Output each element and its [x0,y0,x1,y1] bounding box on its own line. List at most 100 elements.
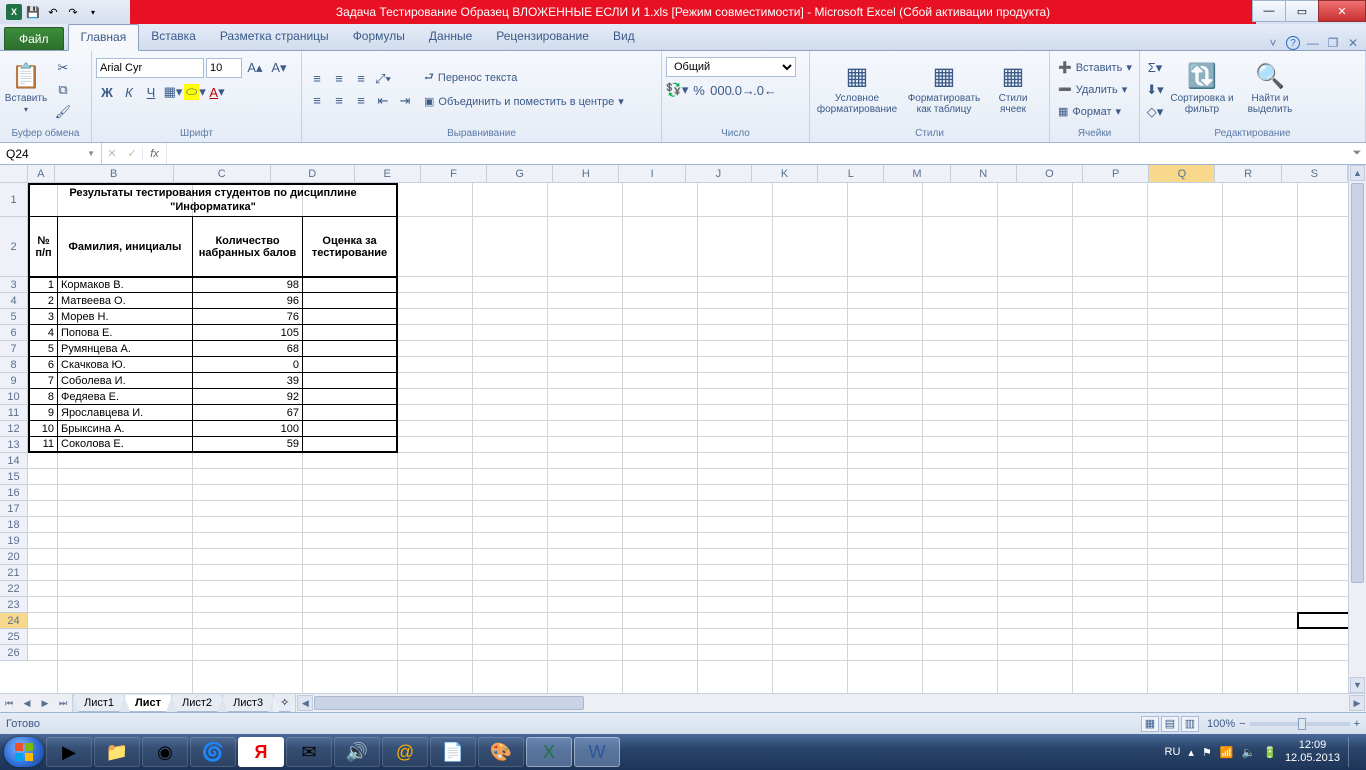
taskbar-app-mail[interactable]: ✉ [286,737,332,767]
cell[interactable] [303,389,398,405]
cell[interactable] [303,437,398,453]
workbook-minimize-icon[interactable]: — [1306,36,1320,50]
cell[interactable]: 9 [28,405,58,421]
cell[interactable] [303,405,398,421]
tray-flag-icon[interactable]: ⚑ [1202,746,1212,759]
copy-icon[interactable]: ⧉ [52,79,74,101]
row-header[interactable]: 14 [0,453,28,469]
scroll-right-icon[interactable]: ▶ [1349,695,1365,711]
column-header[interactable]: E [355,165,421,183]
close-button[interactable]: ✕ [1318,0,1366,22]
cell[interactable] [303,309,398,325]
cell-styles-button[interactable]: ▦Стили ячеек [988,57,1038,123]
row-header[interactable]: 7 [0,341,28,357]
cell[interactable]: Ярославцева И. [58,405,193,421]
cell[interactable] [303,293,398,309]
column-header[interactable]: H [553,165,619,183]
column-header[interactable]: R [1215,165,1281,183]
sort-filter-button[interactable]: 🔃Сортировка и фильтр [1170,57,1234,123]
cell[interactable]: Количество набранных балов [193,217,303,277]
format-button[interactable]: ▦Формат ▾ [1054,101,1136,123]
taskbar-app-at[interactable]: @ [382,737,428,767]
row-header[interactable]: 2 [0,217,28,277]
tab-Вставка[interactable]: Вставка [139,24,208,50]
undo-icon[interactable]: ↶ [44,3,62,21]
spreadsheet-grid[interactable]: ABCDEFGHIJKLMNOPQRS 12345678910111213141… [0,165,1366,693]
minimize-button[interactable]: — [1252,0,1286,22]
conditional-formatting-button[interactable]: ▦Условное форматирование [814,57,900,123]
align-right-icon[interactable]: ≡ [350,90,372,112]
cell[interactable]: Кормаков В. [58,277,193,293]
column-header[interactable]: M [884,165,950,183]
row-header[interactable]: 18 [0,517,28,533]
cell[interactable]: Соколова Е. [58,437,193,453]
taskbar-app-sound[interactable]: 🔊 [334,737,380,767]
align-left-icon[interactable]: ≡ [306,90,328,112]
column-header[interactable]: A [28,165,55,183]
cell[interactable]: Попова Е. [58,325,193,341]
cell[interactable]: 3 [28,309,58,325]
cell[interactable]: № п/п [28,217,58,277]
cell[interactable]: Морев Н. [58,309,193,325]
cell[interactable]: Результаты тестирования студентов по дис… [28,183,398,217]
column-header[interactable]: I [619,165,685,183]
save-icon[interactable]: 💾 [24,3,42,21]
comma-icon[interactable]: 000 [710,79,732,101]
fx-icon[interactable]: fx [143,143,167,164]
currency-icon[interactable]: 💱▾ [666,79,688,101]
cancel-formula-icon[interactable]: ✕ [102,147,122,160]
cell[interactable]: Брыксина А. [58,421,193,437]
page-break-view-icon[interactable]: ▥ [1181,716,1199,732]
column-header[interactable]: P [1083,165,1149,183]
clear-icon[interactable]: ◇▾ [1144,101,1166,123]
cell[interactable]: 5 [28,341,58,357]
row-header[interactable]: 15 [0,469,28,485]
cell[interactable]: 59 [193,437,303,453]
column-header[interactable]: S [1282,165,1348,183]
cell[interactable]: 39 [193,373,303,389]
column-header[interactable]: D [271,165,355,183]
italic-button[interactable]: К [118,81,140,103]
redo-icon[interactable]: ↷ [64,3,82,21]
row-header[interactable]: 22 [0,581,28,597]
hscroll-thumb[interactable] [314,696,584,710]
decrease-font-icon[interactable]: A▾ [268,57,290,79]
row-header[interactable]: 23 [0,597,28,613]
row-header[interactable]: 20 [0,549,28,565]
sheet-nav-next-icon[interactable]: ▶ [36,694,54,712]
cell[interactable]: 1 [28,277,58,293]
row-header[interactable]: 3 [0,277,28,293]
cell[interactable]: 92 [193,389,303,405]
cell[interactable]: Соболева И. [58,373,193,389]
row-header[interactable]: 6 [0,325,28,341]
row-header[interactable]: 19 [0,533,28,549]
decrease-indent-icon[interactable]: ⇤ [372,90,394,112]
zoom-slider[interactable] [1250,722,1350,726]
taskbar-app-media[interactable]: ▶ [46,737,92,767]
row-header[interactable]: 5 [0,309,28,325]
scroll-down-icon[interactable]: ▼ [1350,677,1365,693]
sheet-nav-last-icon[interactable]: ⏭ [54,694,72,712]
cell[interactable] [303,277,398,293]
tray-volume-icon[interactable]: 🔈 [1242,746,1256,759]
row-header[interactable]: 11 [0,405,28,421]
maximize-button[interactable]: ▭ [1285,0,1319,22]
cell[interactable]: 2 [28,293,58,309]
sheet-tab[interactable]: Лист3 [222,695,274,712]
zoom-level[interactable]: 100% [1207,718,1235,730]
cell[interactable] [303,325,398,341]
cell[interactable]: 105 [193,325,303,341]
normal-view-icon[interactable]: ▦ [1141,716,1159,732]
column-header[interactable]: L [818,165,884,183]
taskbar-app-chrome[interactable]: ◉ [142,737,188,767]
cell[interactable] [303,341,398,357]
column-header[interactable]: C [174,165,271,183]
underline-button[interactable]: Ч [140,81,162,103]
file-tab[interactable]: Файл [4,27,64,50]
new-sheet-button[interactable]: ✧ [273,694,296,712]
cell[interactable] [303,373,398,389]
percent-icon[interactable]: % [688,79,710,101]
tray-show-hidden-icon[interactable]: ▴ [1188,746,1194,759]
scroll-up-icon[interactable]: ▲ [1350,165,1365,181]
insert-button[interactable]: ➕Вставить ▾ [1054,57,1136,79]
